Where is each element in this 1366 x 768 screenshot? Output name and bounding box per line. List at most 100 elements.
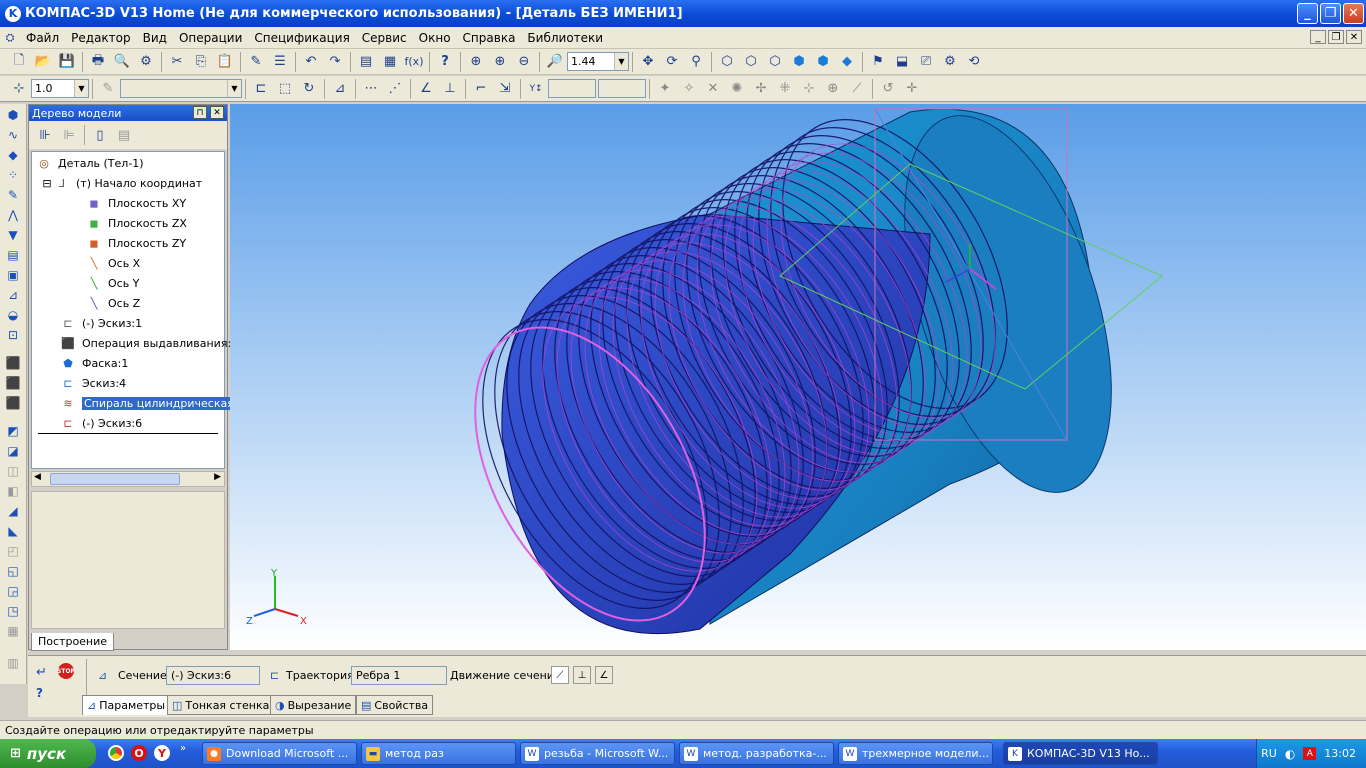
snap-intersect-icon[interactable]: ✕ [702,78,724,100]
chevron-down-icon[interactable]: ▼ [74,80,88,97]
model-tree-header[interactable]: Дерево модели ⊓ ✕ [29,105,227,121]
library-icon[interactable]: ▦ [379,51,401,73]
chrome-icon[interactable] [108,745,124,761]
snap-icon[interactable]: ↻ [298,78,320,100]
menu-view[interactable]: Вид [137,31,173,45]
pan-icon[interactable]: ✥ [637,51,659,73]
title-bar[interactable]: K КОМПАС-3D V13 Home (Не для коммерческо… [0,0,1366,27]
snap-middle-icon[interactable]: ✧ [678,78,700,100]
tab-cut[interactable]: ◑ Вырезание [270,695,357,715]
manager-icon[interactable]: ▤ [355,51,377,73]
menu-editor[interactable]: Редактор [65,31,136,45]
cut-extrude-icon[interactable]: ◩ [3,422,23,440]
properties-icon[interactable]: ⚙ [135,51,157,73]
redo-icon[interactable]: ↷ [324,51,346,73]
document-icon[interactable]: ⛭ [1,27,19,49]
motion-parallel-icon[interactable]: ⟋ [551,666,569,684]
task-thread-word[interactable]: W резьба - Microsoft W... [520,742,675,765]
tree-node-helix[interactable]: ≋ Спираль цилиндрическая: [60,394,240,412]
stop-icon[interactable]: STOP [57,663,75,679]
maximize-button[interactable]: ❐ [1320,3,1341,24]
scrollbar-thumb[interactable] [50,473,180,485]
copy-icon[interactable]: ⎘ [190,51,212,73]
snap-angle-icon[interactable]: ⊹ [798,78,820,100]
chamfer-icon[interactable]: ◣ [3,522,23,540]
rib-icon[interactable]: ◱ [3,562,23,580]
motion-orthogonal-icon[interactable]: ⊥ [573,666,591,684]
list-icon[interactable]: ☰ [269,51,291,73]
measure-palette-icon[interactable]: ⋀ [3,206,23,224]
tree-node-extrude[interactable]: ⬛ Операция выдавливания: [60,334,231,352]
zoom-window-icon[interactable]: ⊕ [465,51,487,73]
new-document-icon[interactable]: 🗋 [8,51,30,73]
tree-node-origin[interactable]: ⊟ ⅃ (т) Начало координат [42,174,202,192]
layer-input[interactable]: ▼ [120,79,242,98]
measure-icon[interactable]: ⎚ [915,51,937,73]
snap-tangent-icon[interactable]: ✺ [726,78,748,100]
perspective-icon[interactable]: ◆ [836,51,858,73]
array-icon[interactable]: ▦ [3,622,23,640]
scroll-right-icon[interactable]: ▶ [214,472,221,482]
variables-icon[interactable]: f(x) [403,51,425,73]
zoom-in-icon[interactable]: ⊕ [489,51,511,73]
rotate-icon[interactable]: ⟳ [661,51,683,73]
chevron-down-icon[interactable]: ▼ [614,53,628,70]
save-icon[interactable]: 💾 [56,51,78,73]
elements-palette-icon[interactable]: ⊿ [3,286,23,304]
tree-node-chamfer[interactable]: ⬟ Фаска:1 [60,354,128,372]
tree-node-part[interactable]: ◎ Деталь (Тел-1) [36,154,143,172]
snap-center-icon[interactable]: ⊕ [822,78,844,100]
tab-thin-wall[interactable]: ◫ Тонкая стенка [167,695,275,715]
local-cs-icon[interactable]: ⊹ [8,78,30,100]
filters-palette-icon[interactable]: ▼ [3,226,23,244]
axis-icon[interactable]: ⊥ [439,78,461,100]
menu-libraries[interactable]: Библиотеки [521,31,609,45]
editing-palette-icon[interactable]: ⬢ [3,106,23,124]
tree-sort-icon[interactable]: ⊫ [58,124,80,146]
menu-operations[interactable]: Операции [173,31,248,45]
trajectory-field[interactable]: Ребра 1 [351,666,447,685]
settings-icon[interactable]: ⚙ [939,51,961,73]
cursor-icon[interactable]: ⇲ [494,78,516,100]
yandex-icon[interactable]: Y [154,745,170,761]
network-icon[interactable]: ◐ [1285,747,1295,761]
tree-node-plane-zx[interactable]: ◼ Плоскость ZX [86,214,187,232]
wireframe-icon[interactable]: ⬡ [716,51,738,73]
minimize-button[interactable]: _ [1297,3,1318,24]
start-button[interactable]: ⊞ пуск [0,739,96,768]
mdi-minimize-button[interactable]: _ [1310,30,1326,44]
shell-icon[interactable]: ◰ [3,542,23,560]
close-button[interactable]: ✕ [1343,3,1364,24]
layer-icon[interactable]: ✎ [97,78,119,100]
snap-normal-icon[interactable]: ✢ [750,78,772,100]
menu-service[interactable]: Сервис [356,31,413,45]
zoom-scale-icon[interactable]: 🔎 [544,51,566,73]
tree-node-plane-zy[interactable]: ◼ Плоскость ZY [86,234,186,252]
tree-structure-icon[interactable]: ⊪ [34,124,56,146]
mdi-restore-button[interactable]: ❐ [1328,30,1344,44]
collapse-icon[interactable]: ⊟ [42,176,52,190]
tree-node-sketch-4[interactable]: ⊏ Эскиз:4 [60,374,126,392]
surfaces-palette-icon[interactable]: ◆ [3,146,23,164]
specification-palette-icon[interactable]: ▤ [3,246,23,264]
cut-sweep-icon[interactable]: ◫ [3,462,23,480]
tree-node-axis-x[interactable]: ╲ Ось X [86,254,141,272]
tree-filter-icon[interactable]: ▤ [113,124,135,146]
revolve-icon[interactable]: ⬛ [3,374,23,392]
tree-node-sketch-1[interactable]: ⊏ (-) Эскиз:1 [60,314,142,332]
help-icon[interactable]: ? [434,51,456,73]
tab-parameters[interactable]: ⊿ Параметры [82,695,171,715]
tab-properties[interactable]: ▤ Свойства [356,695,434,715]
quick-launch-more-icon[interactable]: » [180,743,186,754]
trajectory-label[interactable]: Траектория [286,666,354,684]
coord-x-field[interactable] [548,79,596,98]
grid-icon[interactable]: ⋯ [360,78,382,100]
section-icon[interactable]: ⬓ [891,51,913,73]
sketch-icon[interactable]: ⊏ [250,78,272,100]
format-painter-icon[interactable]: ✎ [245,51,267,73]
chevron-down-icon[interactable]: ▼ [227,80,241,97]
menu-specification[interactable]: Спецификация [248,31,355,45]
hidden-lines-icon[interactable]: ⬡ [740,51,762,73]
language-indicator[interactable]: RU [1261,747,1277,760]
edit-part-icon[interactable]: ⬚ [274,78,296,100]
